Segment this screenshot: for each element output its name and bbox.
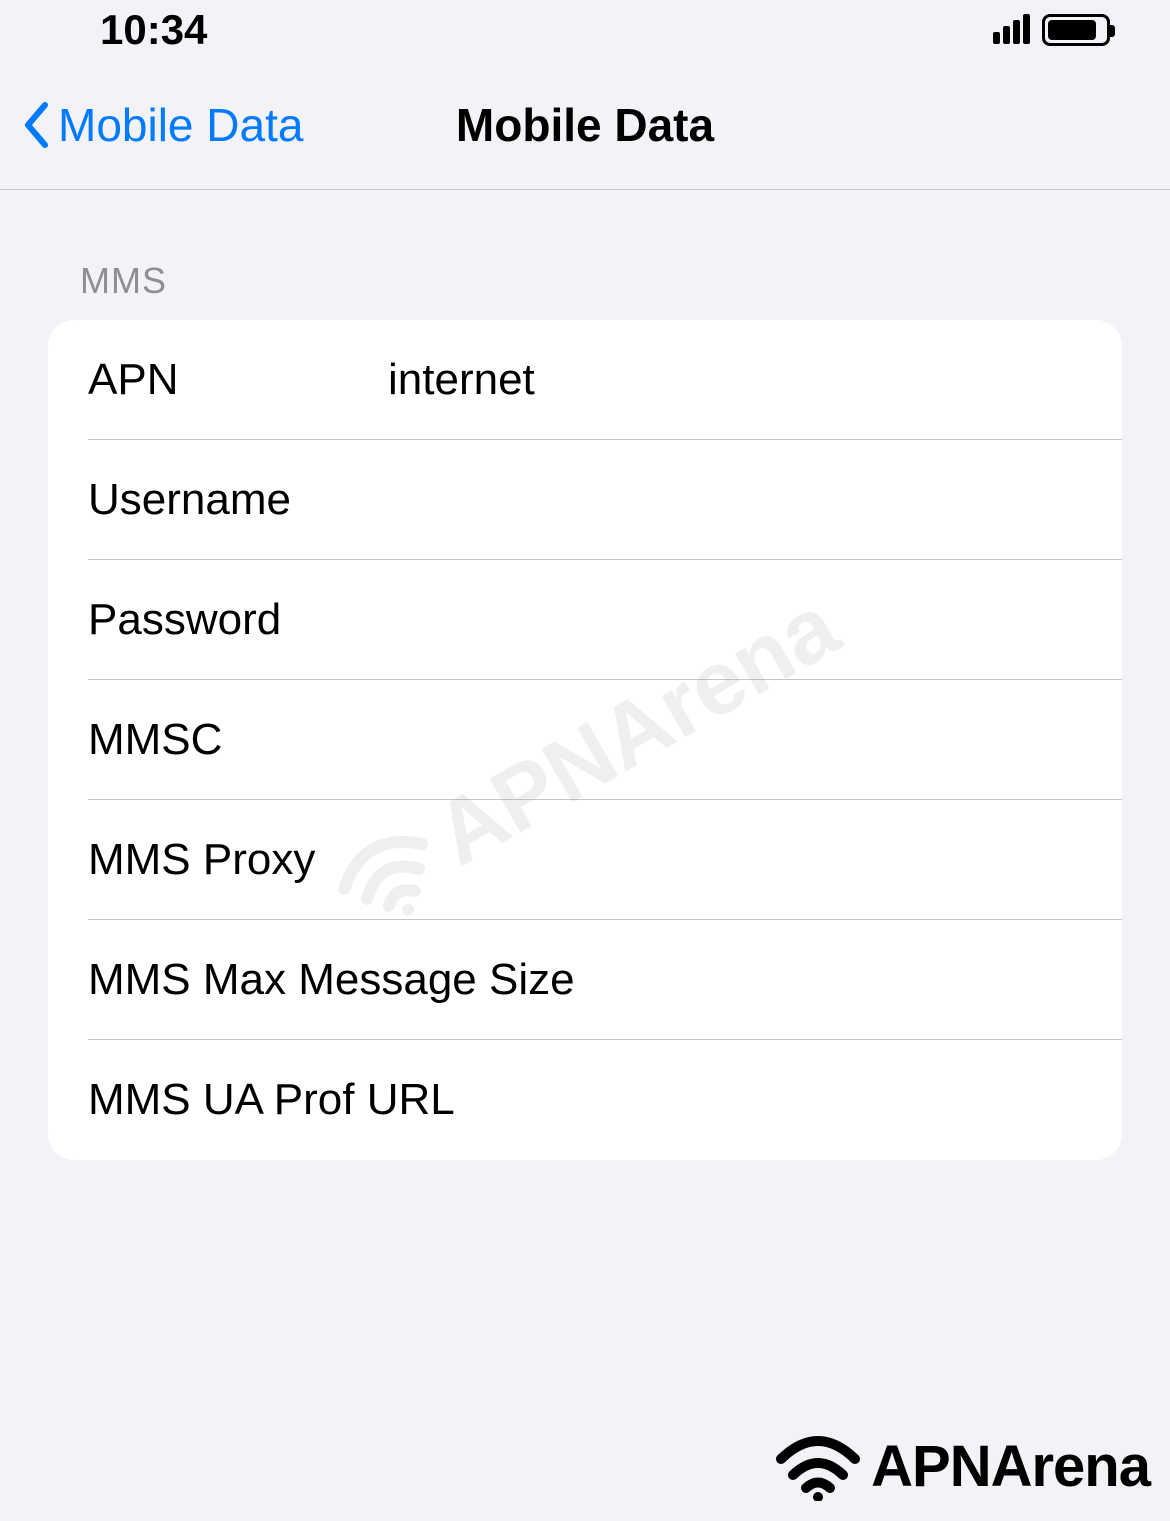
row-mms-max-size[interactable]: MMS Max Message Size [48,920,1122,1040]
footer-text: APNArena [871,1433,1150,1500]
label-password: Password [88,595,388,645]
wifi-icon [773,1431,863,1501]
input-username[interactable] [388,475,1082,525]
battery-icon [1042,14,1110,46]
status-icons [993,14,1110,46]
input-password[interactable] [388,595,1082,645]
content-area: MMS APN Username Password MMSC MMS Proxy [0,190,1170,1160]
label-mms-proxy: MMS Proxy [88,835,388,885]
row-password[interactable]: Password [48,560,1122,680]
chevron-left-icon [20,100,50,150]
back-button[interactable]: Mobile Data [20,98,303,152]
input-mmsc[interactable] [388,715,1082,765]
navigation-bar: Mobile Data Mobile Data [0,60,1170,190]
label-username: Username [88,475,388,525]
input-apn[interactable] [388,355,1082,405]
label-apn: APN [88,355,388,405]
input-mms-proxy[interactable] [388,835,1082,885]
row-mms-proxy[interactable]: MMS Proxy [48,800,1122,920]
settings-group-mms: APN Username Password MMSC MMS Proxy MMS… [48,320,1122,1160]
label-mms-max-size: MMS Max Message Size [88,955,1082,1005]
status-bar: 10:34 [0,0,1170,60]
row-apn[interactable]: APN [48,320,1122,440]
section-header-mms: MMS [80,260,1122,302]
row-mms-ua-prof[interactable]: MMS UA Prof URL [48,1040,1122,1160]
label-mmsc: MMSC [88,715,388,765]
row-username[interactable]: Username [48,440,1122,560]
row-mmsc[interactable]: MMSC [48,680,1122,800]
label-mms-ua-prof: MMS UA Prof URL [88,1075,1082,1125]
footer-logo: APNArena [773,1431,1150,1501]
cellular-signal-icon [993,16,1030,44]
back-label: Mobile Data [58,98,303,152]
status-time: 10:34 [100,6,207,54]
